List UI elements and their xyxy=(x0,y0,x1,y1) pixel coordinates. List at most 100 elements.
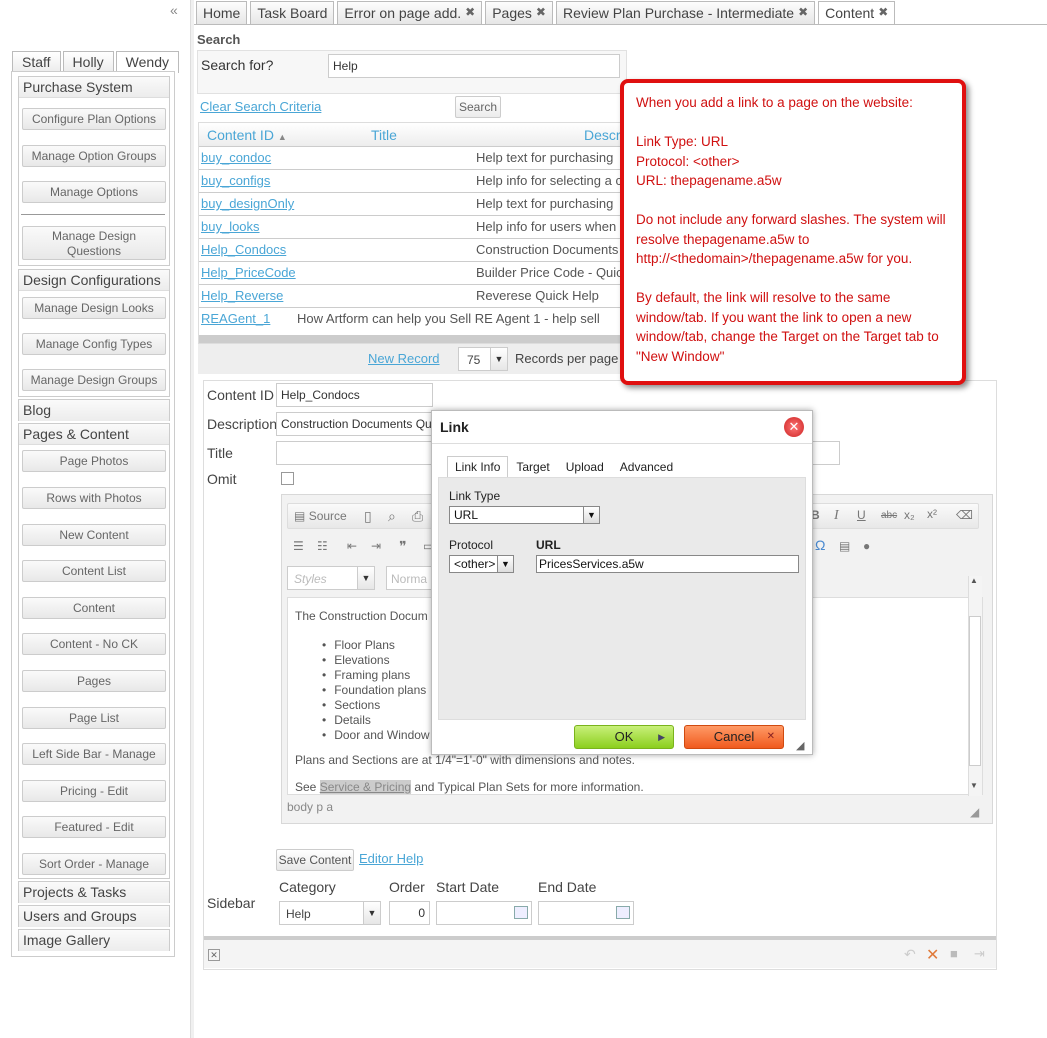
table-row[interactable]: buy_designOnly Help text for purchasing xyxy=(199,193,626,216)
left-side-bar-manage-button[interactable]: Left Side Bar - Manage xyxy=(22,743,166,765)
section-header-blog[interactable]: Blog xyxy=(19,400,169,421)
url-input[interactable]: PricesServices.a5w xyxy=(536,555,799,573)
dialog-tab-0[interactable]: Link Info xyxy=(447,456,509,477)
rows-with-photos-button[interactable]: Rows with Photos xyxy=(22,487,166,509)
omit-checkbox[interactable] xyxy=(281,472,294,485)
new-record-link[interactable]: New Record xyxy=(368,351,440,366)
column-header-title[interactable]: Title xyxy=(371,127,397,143)
tab-0[interactable]: Home xyxy=(196,1,248,24)
end-date-field[interactable] xyxy=(538,901,634,925)
editor-scrollbar[interactable]: ▲ ▼ xyxy=(968,576,982,796)
page-size-select[interactable]: 75 ▼ xyxy=(458,347,508,371)
print-icon[interactable]: ⎙ xyxy=(412,508,423,525)
pages-button[interactable]: Pages xyxy=(22,670,166,692)
link-type-select[interactable]: URL ▼ xyxy=(449,506,600,524)
order-field[interactable]: 0 xyxy=(389,901,430,925)
content-id-field[interactable]: Help_Condocs xyxy=(276,383,433,407)
close-form-icon[interactable]: ✕ xyxy=(208,949,220,961)
section-header-design-configurations[interactable]: Design Configurations xyxy=(19,270,169,291)
tab-1[interactable]: Task Board xyxy=(250,1,335,24)
delete-icon[interactable]: ✕ xyxy=(926,945,939,965)
manage-config-types-button[interactable]: Manage Config Types xyxy=(22,333,166,355)
featured-edit-button[interactable]: Featured - Edit xyxy=(22,816,166,838)
bulleted-list-icon[interactable]: ☷ xyxy=(317,539,328,553)
section-header-projects-tasks[interactable]: Projects & Tasks xyxy=(19,882,169,903)
row-content-id-link[interactable]: buy_designOnly xyxy=(201,196,294,211)
scroll-up-icon[interactable]: ▲ xyxy=(970,576,978,585)
save-content-button[interactable]: Save Content xyxy=(276,849,354,871)
protocol-select[interactable]: <other> ▼ xyxy=(449,555,514,573)
selected-link-text[interactable]: Service & Pricing xyxy=(319,780,412,794)
resize-handle-icon[interactable]: ◢ xyxy=(970,805,979,819)
manage-design-groups-button[interactable]: Manage Design Groups xyxy=(22,369,166,391)
page-break-icon[interactable]: ▤ xyxy=(839,539,850,553)
undo-icon[interactable]: ↶ xyxy=(904,946,916,963)
manage-option-groups-button[interactable]: Manage Option Groups xyxy=(22,145,166,167)
remove-format-icon[interactable]: ⌫ xyxy=(956,508,973,522)
row-content-id-link[interactable]: buy_looks xyxy=(201,219,260,234)
special-char-icon[interactable]: Ω xyxy=(815,537,825,553)
tab-2[interactable]: Error on page add. ✖ xyxy=(337,1,483,24)
cancel-button[interactable]: Cancel ✕ xyxy=(684,725,784,749)
outdent-icon[interactable]: ⇤ xyxy=(347,539,357,553)
manage-design-questions-button[interactable]: Manage Design Questions xyxy=(22,226,166,260)
pricing-edit-button[interactable]: Pricing - Edit xyxy=(22,780,166,802)
row-content-id-link[interactable]: Help_PriceCode xyxy=(201,265,296,280)
subscript-icon[interactable]: x₂ xyxy=(904,508,915,522)
user-tab-1[interactable]: Holly xyxy=(62,51,114,72)
panel-divider[interactable] xyxy=(190,0,194,1038)
user-tab-0[interactable]: Staff xyxy=(12,51,61,72)
calendar-icon[interactable] xyxy=(514,906,528,919)
scroll-thumb[interactable] xyxy=(969,616,981,766)
table-row[interactable]: buy_condoc Help text for purchasing xyxy=(199,147,626,170)
row-content-id-link[interactable]: buy_condoc xyxy=(201,150,271,165)
row-content-id-link[interactable]: Help_Reverse xyxy=(201,288,283,303)
section-header-purchase-system[interactable]: Purchase System xyxy=(19,77,169,98)
table-row[interactable]: Help_Condocs Construction Documents xyxy=(199,239,626,262)
close-icon[interactable]: ✕ xyxy=(784,417,804,437)
category-select[interactable]: Help ▼ xyxy=(279,901,381,925)
dialog-tab-1[interactable]: Target xyxy=(508,456,557,477)
content-no-ck-button[interactable]: Content - No CK xyxy=(22,633,166,655)
tab-close-icon[interactable]: ✖ xyxy=(798,5,808,24)
sort-order-manage-button[interactable]: Sort Order - Manage xyxy=(22,853,166,875)
content-list-button[interactable]: Content List xyxy=(22,560,166,582)
numbered-list-icon[interactable]: ☰ xyxy=(293,539,304,553)
clear-search-link[interactable]: Clear Search Criteria xyxy=(200,99,321,114)
next-icon[interactable]: ⇥ xyxy=(974,946,985,962)
tab-close-icon[interactable]: ✖ xyxy=(465,5,475,24)
scroll-down-icon[interactable]: ▼ xyxy=(970,781,978,790)
format-dropdown[interactable]: Norma xyxy=(386,566,432,590)
blockquote-icon[interactable]: ❞ xyxy=(399,538,407,555)
description-field[interactable]: Construction Documents Qu xyxy=(276,412,436,436)
section-header-users-groups[interactable]: Users and Groups xyxy=(19,906,169,927)
preview-icon[interactable]: ⌕ xyxy=(388,508,396,525)
page-photos-button[interactable]: Page Photos xyxy=(22,450,166,472)
table-row[interactable]: Help_Reverse Reverese Quick Help xyxy=(199,285,626,308)
resize-handle-icon[interactable]: ◢ xyxy=(796,739,804,752)
new-page-icon[interactable]: ▯ xyxy=(364,508,372,525)
row-content-id-link[interactable]: Help_Condocs xyxy=(201,242,286,257)
underline-icon[interactable]: U xyxy=(857,508,866,522)
user-tab-2[interactable]: Wendy xyxy=(115,51,179,73)
italic-icon[interactable]: I xyxy=(834,508,839,524)
tab-close-icon[interactable]: ✖ xyxy=(878,5,888,24)
tab-5[interactable]: Content ✖ xyxy=(818,1,896,24)
editor-help-link[interactable]: Editor Help xyxy=(359,851,423,866)
content-button[interactable]: Content xyxy=(22,597,166,619)
table-row[interactable]: Help_PriceCode Builder Price Code - Quic xyxy=(199,262,626,285)
source-button[interactable]: ▤ Source xyxy=(294,509,347,523)
iframe-icon[interactable]: ● xyxy=(863,539,870,553)
page-list-button[interactable]: Page List xyxy=(22,707,166,729)
dialog-tab-3[interactable]: Advanced xyxy=(612,456,681,477)
table-row[interactable]: REAGent_1 How Artform can help you Sell … xyxy=(199,308,626,331)
row-content-id-link[interactable]: REAGent_1 xyxy=(201,311,270,326)
indent-icon[interactable]: ⇥ xyxy=(371,539,381,553)
manage-design-looks-button[interactable]: Manage Design Looks xyxy=(22,297,166,319)
dialog-tab-2[interactable]: Upload xyxy=(558,456,612,477)
new-content-button[interactable]: New Content xyxy=(22,524,166,546)
grid-horizontal-scrollbar[interactable] xyxy=(199,335,626,343)
search-button[interactable]: Search xyxy=(455,96,501,118)
section-header-pages-content[interactable]: Pages & Content xyxy=(19,424,169,445)
ok-button[interactable]: OK ▶ xyxy=(574,725,674,749)
